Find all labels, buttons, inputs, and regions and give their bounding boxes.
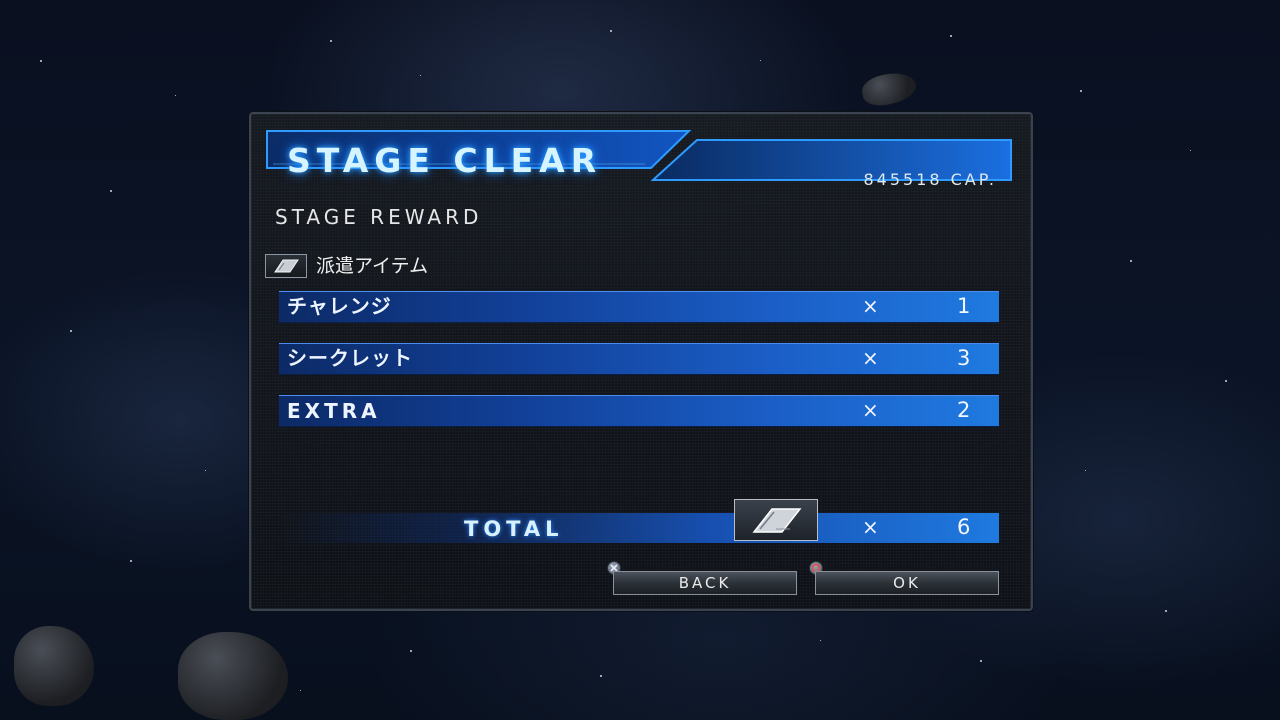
star	[175, 95, 176, 96]
star	[1190, 150, 1191, 151]
multiply-sign: ×	[862, 294, 879, 318]
stage-clear-panel: STAGE CLEAR 845518 CAP. STAGE REWARD 派遣ア…	[249, 112, 1033, 611]
item-category-label: 派遣アイテム	[316, 254, 429, 277]
star	[980, 660, 982, 662]
star	[950, 35, 952, 37]
card-item-icon	[734, 499, 818, 541]
star	[70, 330, 72, 332]
item-category-header: 派遣アイテム	[265, 254, 428, 278]
star	[610, 30, 612, 32]
star	[760, 60, 761, 61]
reward-row-secret: シークレット × 3	[279, 343, 999, 375]
star	[40, 60, 42, 62]
total-count: 6	[957, 515, 971, 539]
reward-label: EXTRA	[287, 399, 381, 423]
reward-count: 1	[957, 294, 971, 318]
space-background: STAGE CLEAR 845518 CAP. STAGE REWARD 派遣ア…	[0, 0, 1280, 720]
reward-label: チャレンジ	[287, 294, 392, 318]
star	[1165, 610, 1167, 612]
asteroid	[14, 626, 94, 706]
star	[420, 75, 421, 76]
star	[820, 640, 821, 641]
reward-row-extra: EXTRA × 2	[279, 395, 999, 427]
ok-button[interactable]: OK	[815, 571, 999, 595]
title-bar: STAGE CLEAR 845518 CAP.	[265, 128, 1015, 188]
star	[205, 470, 206, 471]
stage-clear-title: STAGE CLEAR	[287, 141, 603, 180]
reward-row-challenge: チャレンジ × 1	[279, 291, 999, 323]
star	[1130, 260, 1132, 262]
star	[110, 190, 112, 192]
card-item-icon	[265, 254, 307, 278]
star	[1085, 470, 1086, 471]
capital-amount: 845518 CAP.	[863, 170, 997, 189]
reward-count: 2	[957, 398, 971, 422]
total-row: TOTAL × 6	[279, 499, 999, 543]
asteroid	[859, 68, 919, 110]
star	[600, 675, 602, 677]
total-label: TOTAL	[464, 517, 564, 541]
star	[300, 690, 301, 691]
asteroid	[178, 632, 288, 720]
star	[410, 650, 412, 652]
star	[130, 560, 132, 562]
reward-count: 3	[957, 346, 971, 370]
reward-label: シークレット	[287, 346, 413, 370]
star	[1080, 90, 1082, 92]
multiply-sign: ×	[862, 398, 879, 422]
multiply-sign: ×	[862, 515, 879, 539]
back-button[interactable]: BACK	[613, 571, 797, 595]
star	[1225, 380, 1227, 382]
stage-reward-heading: STAGE REWARD	[275, 205, 483, 229]
star	[330, 40, 332, 42]
multiply-sign: ×	[862, 346, 879, 370]
